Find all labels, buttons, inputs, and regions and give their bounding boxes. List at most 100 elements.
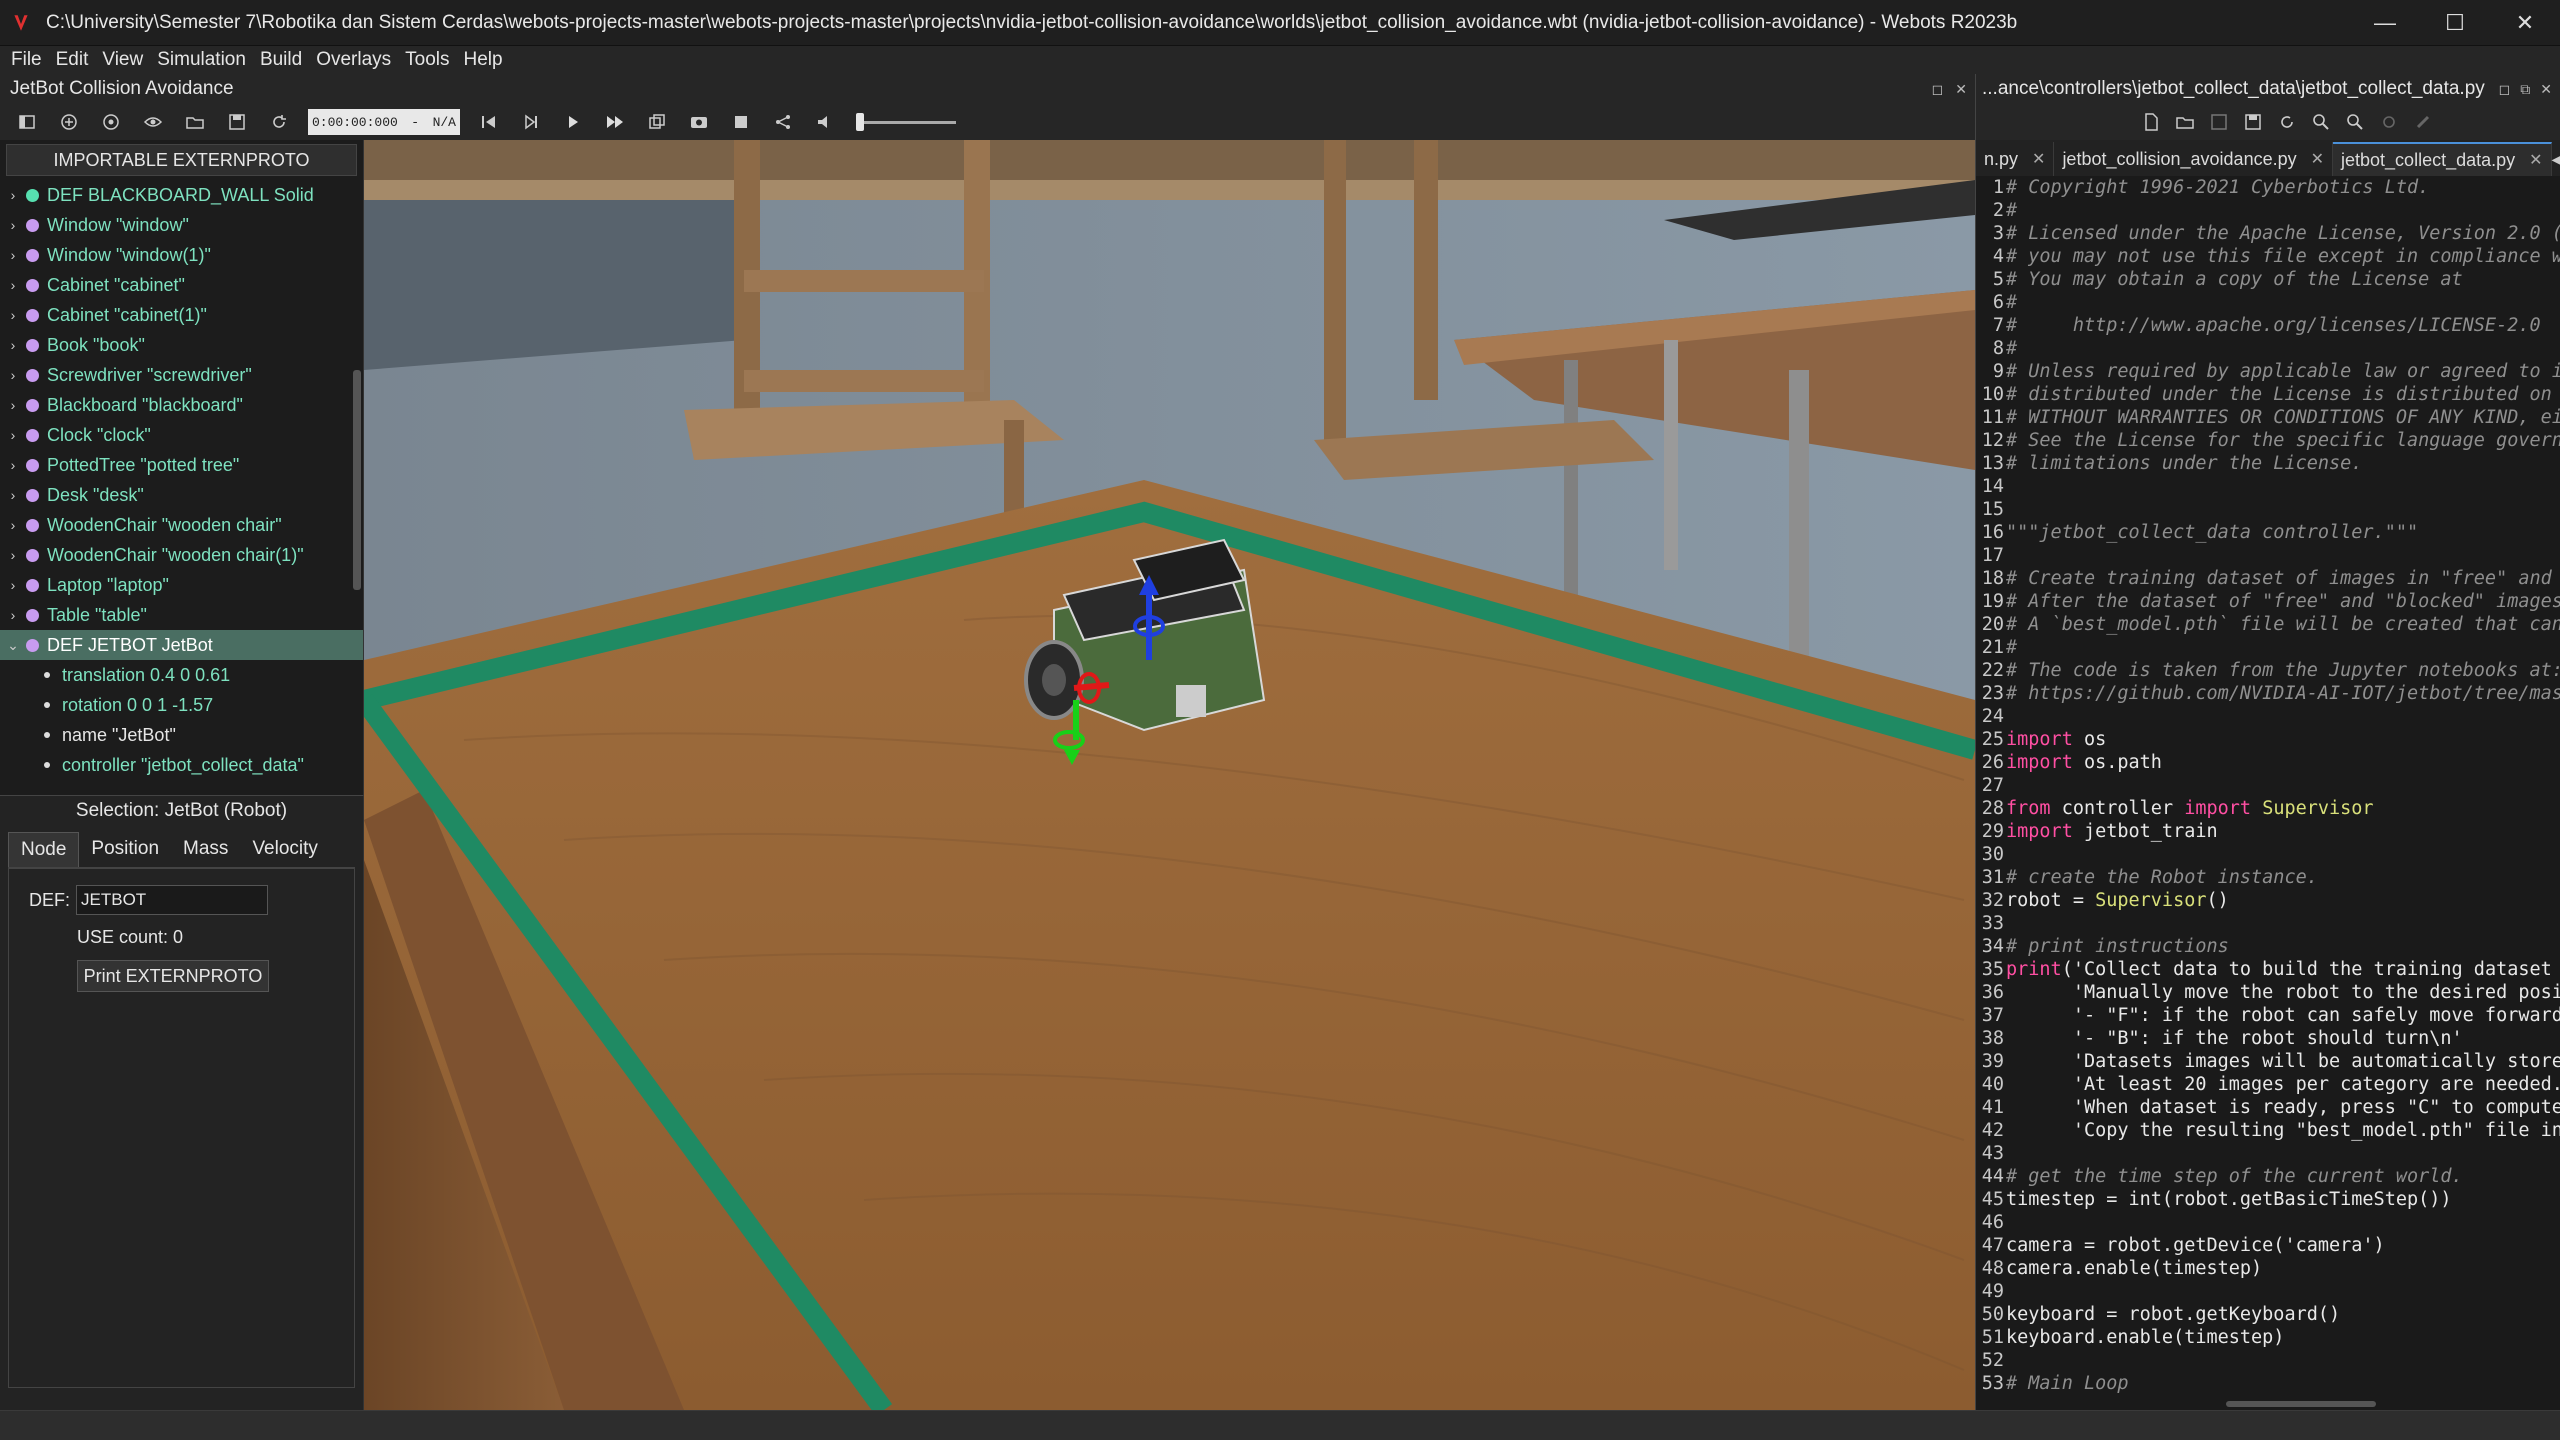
code-line[interactable]: 15 [1976, 498, 2560, 521]
expand-arrow-icon[interactable]: › [4, 487, 22, 503]
code-line[interactable]: 52 [1976, 1349, 2560, 1372]
scene-tree-item[interactable]: › Cabinet "cabinet(1)" [0, 300, 363, 330]
replace-icon[interactable] [2340, 106, 2370, 138]
scene-tree-item[interactable]: › Window "window" [0, 210, 363, 240]
code-line[interactable]: 19 # After the dataset of "free" and "blo… [1976, 590, 2560, 613]
code-line[interactable]: 17 [1976, 544, 2560, 567]
code-line[interactable]: 28 from controller import Supervisor [1976, 797, 2560, 820]
code-line[interactable]: 43 [1976, 1142, 2560, 1165]
code-line[interactable]: 53 # Main Loop [1976, 1372, 2560, 1395]
scrollbar-thumb[interactable] [2226, 1401, 2376, 1407]
menu-edit[interactable]: Edit [49, 49, 96, 71]
editor-close-icon[interactable]: ✕ [2540, 81, 2552, 98]
record-movie-icon[interactable] [722, 106, 760, 138]
menu-overlays[interactable]: Overlays [309, 49, 398, 71]
editor-float-icon[interactable]: ◻ [2499, 81, 2511, 98]
expand-arrow-icon[interactable]: › [4, 607, 22, 623]
code-line[interactable]: 24 [1976, 705, 2560, 728]
code-horizontal-scrollbar[interactable] [1975, 1398, 2560, 1410]
menu-view[interactable]: View [95, 49, 150, 71]
code-line[interactable]: 5 # You may obtain a copy of the License … [1976, 268, 2560, 291]
code-line[interactable]: 34 # print instructions [1976, 935, 2560, 958]
menu-simulation[interactable]: Simulation [150, 49, 253, 71]
code-line[interactable]: 26 import os.path [1976, 751, 2560, 774]
add-node-icon[interactable] [50, 106, 88, 138]
code-line[interactable]: 39 'Datasets images will be automaticall… [1976, 1050, 2560, 1073]
close-tab-icon[interactable]: ✕ [2032, 149, 2045, 169]
code-line[interactable]: 14 [1976, 475, 2560, 498]
screenshot-icon[interactable] [680, 106, 718, 138]
code-line[interactable]: 16 """jetbot_collect_data controller.""" [1976, 521, 2560, 544]
float-pane-icon[interactable]: ◻ [1932, 81, 1944, 98]
rendering-toggle-icon[interactable] [638, 106, 676, 138]
clean-icon[interactable] [2408, 106, 2438, 138]
step-icon[interactable] [512, 106, 550, 138]
def-field[interactable] [76, 885, 269, 915]
code-line[interactable]: 31 # create the Robot instance. [1976, 866, 2560, 889]
scene-tree-item[interactable]: ⌄ DEF JETBOT JetBot [0, 630, 363, 660]
scene-tree-item[interactable]: › Desk "desk" [0, 480, 363, 510]
code-line[interactable]: 9 # Unless required by applicable law or … [1976, 360, 2560, 383]
code-line[interactable]: 47 camera = robot.getDevice('camera') [1976, 1234, 2560, 1257]
code-line[interactable]: 1 # Copyright 1996-2021 Cyberbotics Ltd. [1976, 176, 2560, 199]
field-item[interactable]: name "JetBot" [0, 720, 363, 750]
tab-scroll-left-icon[interactable]: ◀ [2552, 151, 2560, 168]
eye-icon[interactable] [134, 106, 172, 138]
expand-arrow-icon[interactable]: › [4, 187, 22, 203]
editor-tab-active[interactable]: jetbot_collect_data.py ✕ [2333, 142, 2552, 176]
code-line[interactable]: 46 [1976, 1211, 2560, 1234]
menu-help[interactable]: Help [457, 49, 510, 71]
collapse-arrow-icon[interactable]: ⌄ [4, 637, 22, 654]
code-line[interactable]: 22 # The code is taken from the Jupyter n… [1976, 659, 2560, 682]
save-all-icon[interactable] [2238, 106, 2268, 138]
scene-tree-item[interactable]: › Screwdriver "screwdriver" [0, 360, 363, 390]
scene-tree-item[interactable]: › Table "table" [0, 600, 363, 630]
editor-maximize-icon[interactable]: ⧉ [2520, 81, 2530, 98]
editor-tab[interactable]: n.py ✕ [1976, 142, 2055, 176]
save-file-icon[interactable] [2204, 106, 2234, 138]
code-line[interactable]: 40 'At least 20 images per category are … [1976, 1073, 2560, 1096]
code-line[interactable]: 41 'When dataset is ready, press "C" to … [1976, 1096, 2560, 1119]
scene-tree-scrollbar[interactable] [353, 370, 361, 590]
code-line[interactable]: 27 [1976, 774, 2560, 797]
volume-slider[interactable] [856, 109, 956, 135]
share-icon[interactable] [764, 106, 802, 138]
editor-tab[interactable]: jetbot_collision_avoidance.py ✕ [2054, 142, 2334, 176]
menu-file[interactable]: File [4, 49, 49, 71]
scene-tree-item[interactable]: › WoodenChair "wooden chair(1)" [0, 540, 363, 570]
code-line[interactable]: 30 [1976, 843, 2560, 866]
code-line[interactable]: 51 keyboard.enable(timestep) [1976, 1326, 2560, 1349]
close-pane-icon[interactable]: ✕ [1955, 81, 1967, 98]
expand-arrow-icon[interactable]: › [4, 247, 22, 263]
code-line[interactable]: 32 robot = Supervisor() [1976, 889, 2560, 912]
expand-arrow-icon[interactable]: › [4, 337, 22, 353]
scene-tree-item[interactable]: › Blackboard "blackboard" [0, 390, 363, 420]
code-line[interactable]: 45 timestep = int(robot.getBasicTimeStep(… [1976, 1188, 2560, 1211]
field-item[interactable]: translation 0.4 0 0.61 [0, 660, 363, 690]
code-line[interactable]: 4 # you may not use this file except in c… [1976, 245, 2560, 268]
expand-arrow-icon[interactable]: › [4, 427, 22, 443]
code-line[interactable]: 11 # WITHOUT WARRANTIES OR CONDITIONS OF … [1976, 406, 2560, 429]
find-icon[interactable] [2306, 106, 2336, 138]
expand-arrow-icon[interactable]: › [4, 577, 22, 593]
play-icon[interactable] [554, 106, 592, 138]
code-line[interactable]: 50 keyboard = robot.getKeyboard() [1976, 1303, 2560, 1326]
sound-icon[interactable] [806, 106, 844, 138]
reload-world-icon[interactable] [260, 106, 298, 138]
field-item[interactable]: rotation 0 0 1 -1.57 [0, 690, 363, 720]
scene-render[interactable] [364, 140, 1975, 1410]
menu-tools[interactable]: Tools [398, 49, 456, 71]
reset-viewpoint-icon[interactable] [92, 106, 130, 138]
tab-node[interactable]: Node [8, 832, 80, 867]
scene-tree-item[interactable]: › Cabinet "cabinet" [0, 270, 363, 300]
open-file-icon[interactable] [2170, 106, 2200, 138]
code-line[interactable]: 36 'Manually move the robot to the desir… [1976, 981, 2560, 1004]
toggle-scene-tree-icon[interactable] [8, 106, 46, 138]
code-line[interactable]: 42 'Copy the resulting "best_model.pth" … [1976, 1119, 2560, 1142]
code-line[interactable]: 48 camera.enable(timestep) [1976, 1257, 2560, 1280]
maximize-button[interactable]: ☐ [2420, 0, 2490, 46]
expand-arrow-icon[interactable]: › [4, 517, 22, 533]
scene-tree-item[interactable]: › Window "window(1)" [0, 240, 363, 270]
fast-forward-icon[interactable] [596, 106, 634, 138]
expand-arrow-icon[interactable]: › [4, 397, 22, 413]
